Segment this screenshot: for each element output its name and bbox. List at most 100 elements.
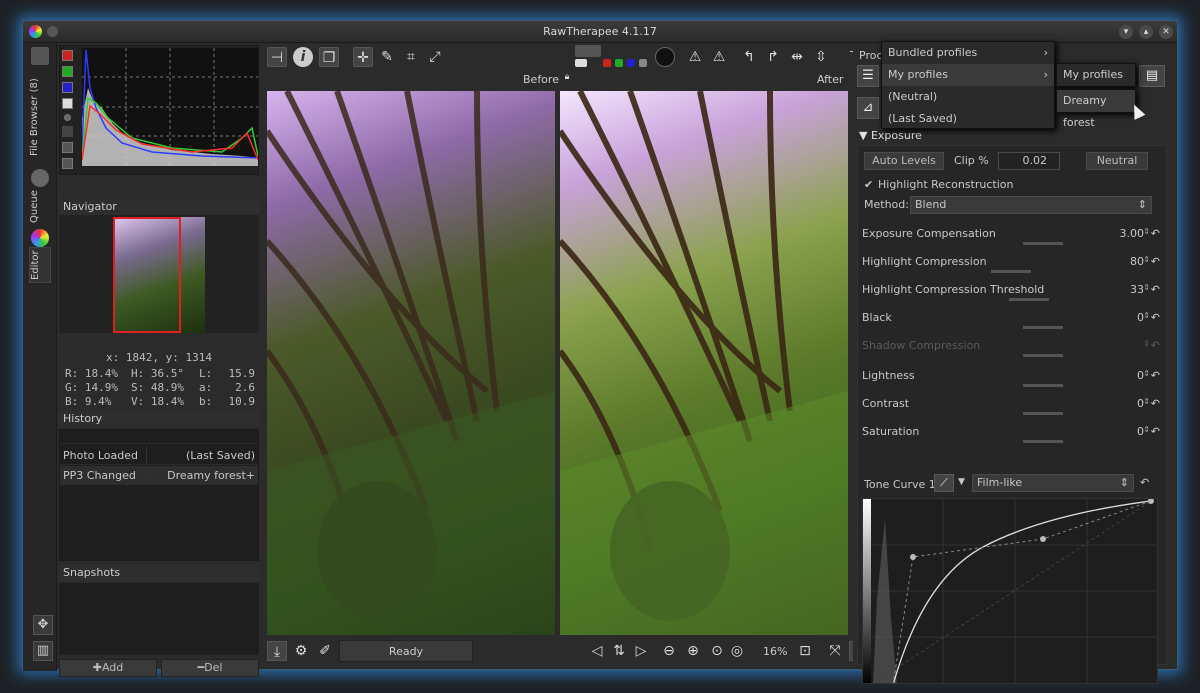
- tone-curve-reset-icon[interactable]: ↶: [1140, 476, 1149, 489]
- paste-profile-icon[interactable]: ▤: [1139, 65, 1165, 87]
- reset-icon[interactable]: ↶: [1151, 397, 1160, 410]
- zoom-out-icon[interactable]: ⊖: [659, 641, 679, 661]
- menu-item-last-saved[interactable]: (Last Saved): [882, 108, 1054, 130]
- preview-blue-icon[interactable]: [627, 59, 635, 67]
- slider-track[interactable]: [1023, 326, 1063, 329]
- new-window-icon[interactable]: ⊡: [795, 641, 815, 661]
- preview-green-icon[interactable]: [615, 59, 623, 67]
- tone-curve-mode-select[interactable]: Film-like ⇕: [972, 474, 1134, 492]
- spinner-arrows-icon[interactable]: ⇕: [1143, 397, 1150, 406]
- warning-highlights-icon[interactable]: ⚠: [709, 47, 729, 67]
- slider-track[interactable]: [1023, 242, 1063, 245]
- zoom-100-icon[interactable]: ⊙: [707, 641, 727, 661]
- spinner-arrows-icon[interactable]: ⇕: [1143, 425, 1150, 434]
- zoom-in-icon[interactable]: ⊕: [683, 641, 703, 661]
- navigator-thumbnail[interactable]: [113, 217, 205, 333]
- hide-left-panel-icon[interactable]: ⊣: [267, 47, 287, 67]
- next-image-icon[interactable]: ▷: [631, 641, 651, 661]
- exposure-tab-icon[interactable]: ⊿: [857, 97, 879, 119]
- green-channel-toggle[interactable]: [62, 66, 73, 77]
- focus-mask-icon[interactable]: [655, 47, 675, 67]
- history-row[interactable]: PP3 Changed Dreamy forest+: [60, 466, 258, 485]
- menu-item-my-profiles[interactable]: My profiles ›: [882, 64, 1054, 86]
- raw-toggle[interactable]: [62, 126, 73, 137]
- lock-icon[interactable]: 🔒︎: [561, 71, 573, 83]
- luminance-toggle[interactable]: [62, 98, 73, 109]
- navigator-view-rect[interactable]: [113, 217, 181, 333]
- bar-toggle[interactable]: [62, 142, 73, 153]
- reset-icon[interactable]: ↶: [1151, 425, 1160, 438]
- profile-list-icon[interactable]: ☰: [857, 65, 879, 87]
- slider-value[interactable]: 33: [1130, 283, 1144, 296]
- rotate-right-icon[interactable]: ↱: [763, 47, 783, 67]
- slider-value[interactable]: 3.00: [1120, 227, 1145, 240]
- reset-icon[interactable]: ↶: [1151, 255, 1160, 268]
- gears-icon[interactable]: [31, 169, 49, 187]
- menu-item-neutral[interactable]: (Neutral): [882, 86, 1054, 108]
- auto-levels-button[interactable]: Auto Levels: [864, 152, 944, 170]
- red-channel-toggle[interactable]: [62, 50, 73, 61]
- hand-tool-icon[interactable]: ✛: [353, 47, 373, 67]
- clip-spinner[interactable]: 0.02: [998, 152, 1060, 170]
- tab-queue[interactable]: Queue: [29, 189, 51, 225]
- tab-editor[interactable]: Editor: [29, 247, 51, 283]
- straighten-icon[interactable]: ⤢: [425, 47, 445, 67]
- slider-track[interactable]: [991, 270, 1031, 273]
- close-button[interactable]: ✕: [1159, 25, 1173, 39]
- before-image[interactable]: [267, 91, 555, 635]
- slider-track[interactable]: [1023, 354, 1063, 357]
- blue-channel-toggle[interactable]: [62, 82, 73, 93]
- reset-icon[interactable]: ↶: [1151, 227, 1160, 240]
- color-picker-icon[interactable]: ✎: [377, 47, 397, 67]
- send-to-queue-icon[interactable]: ⚙: [291, 641, 311, 661]
- neutral-button[interactable]: Neutral: [1086, 152, 1148, 170]
- after-image[interactable]: [560, 91, 848, 635]
- fullscreen-icon[interactable]: ⤧: [825, 641, 845, 661]
- spinner-arrows-icon[interactable]: ⇕: [1143, 255, 1150, 264]
- tone-curve-editor[interactable]: [862, 498, 1158, 684]
- spinner-arrows-icon[interactable]: ⇕: [1143, 311, 1150, 320]
- menu-item-bundled-profiles[interactable]: Bundled profiles ›: [882, 42, 1054, 64]
- preview-lum-icon[interactable]: [639, 59, 647, 67]
- sync-icon[interactable]: ⇅: [609, 641, 629, 661]
- preview-mode-bar[interactable]: [575, 45, 601, 57]
- reset-icon[interactable]: ↶: [1151, 339, 1160, 352]
- folder-icon[interactable]: [31, 47, 49, 65]
- slider-track[interactable]: [1023, 440, 1063, 443]
- spinner-arrows-icon[interactable]: ⇕: [1143, 339, 1150, 348]
- slider-track[interactable]: [1023, 412, 1063, 415]
- spinner-arrows-icon[interactable]: ⇕: [1143, 369, 1150, 378]
- spinner-arrows-icon[interactable]: ⇕: [1143, 283, 1150, 292]
- prev-image-icon[interactable]: ◁: [587, 641, 607, 661]
- info-icon[interactable]: i: [293, 47, 313, 67]
- flip-vertical-icon[interactable]: ⇳: [811, 47, 831, 67]
- piano-icon[interactable]: ▥: [33, 641, 53, 661]
- curve-type-icon[interactable]: ⟋: [934, 474, 954, 492]
- fullscreen-toggle[interactable]: [62, 158, 73, 169]
- slider-track[interactable]: [1023, 384, 1063, 387]
- curve-type-dropdown-icon[interactable]: ▼: [958, 477, 965, 487]
- maximize-button[interactable]: ▴: [1139, 25, 1153, 39]
- tab-file-browser[interactable]: File Browser (8): [29, 71, 51, 163]
- reset-icon[interactable]: ↶: [1151, 369, 1160, 382]
- spinner-arrows-icon[interactable]: ⇕: [1143, 227, 1150, 236]
- history-row[interactable]: Photo Loaded (Last Saved): [60, 446, 258, 465]
- warning-shadows-icon[interactable]: ⚠: [685, 47, 705, 67]
- flip-horizontal-icon[interactable]: ⇹: [787, 47, 807, 67]
- reset-icon[interactable]: ↶: [1151, 283, 1160, 296]
- move-icon[interactable]: ✥: [33, 615, 53, 635]
- before-after-icon[interactable]: ❐: [319, 47, 339, 67]
- checkmark-icon[interactable]: ✔: [864, 178, 873, 191]
- snapshot-del-button[interactable]: ━Del: [161, 659, 259, 677]
- reset-icon[interactable]: ↶: [1151, 311, 1160, 324]
- submenu-item-dreamy-forest[interactable]: Dreamy forest: [1057, 90, 1135, 129]
- editor-icon[interactable]: [31, 229, 49, 247]
- preview-white-icon[interactable]: [575, 59, 587, 67]
- rotate-left-icon[interactable]: ↰: [739, 47, 759, 67]
- minimize-button[interactable]: ▾: [1119, 25, 1133, 39]
- slider-track[interactable]: [1009, 298, 1049, 301]
- edit-external-icon[interactable]: ✐: [315, 641, 335, 661]
- save-image-icon[interactable]: ⤓: [267, 641, 287, 661]
- method-select[interactable]: Blend ⇕: [910, 196, 1152, 214]
- slider-value[interactable]: 80: [1130, 255, 1144, 268]
